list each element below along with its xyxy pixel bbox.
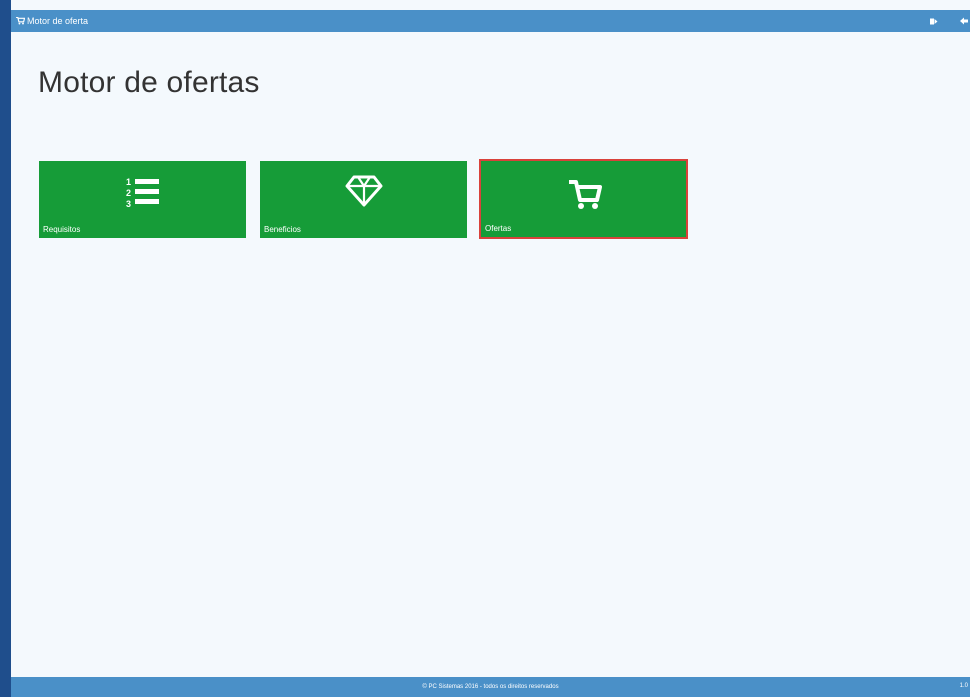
- tile-ofertas[interactable]: Ofertas: [479, 159, 688, 239]
- footer: © PC Sistemas 2016 - todos os direitos r…: [11, 677, 970, 697]
- svg-text:2: 2: [126, 188, 131, 198]
- back-arrow-icon[interactable]: [960, 17, 968, 25]
- cart-icon: [564, 175, 604, 216]
- tile-label: Requisitos: [43, 225, 81, 234]
- tile-label: Ofertas: [485, 224, 512, 233]
- tile-requisitos[interactable]: 1 2 3 Requisitos: [39, 161, 246, 238]
- page-title: Motor de ofertas: [38, 66, 260, 99]
- window-title: Motor de oferta: [27, 16, 89, 26]
- version-text: 1.0: [959, 683, 968, 689]
- title-bar: Motor de oferta: [11, 10, 970, 32]
- tile-label: Beneficios: [264, 225, 301, 234]
- diamond-icon: [344, 173, 384, 214]
- app-window: Motor de oferta Motor de ofertas 1 2 3 R…: [0, 0, 970, 697]
- exit-icon[interactable]: [930, 18, 938, 25]
- numbered-list-icon: 1 2 3: [123, 173, 163, 218]
- cart-icon: [16, 17, 25, 25]
- svg-text:3: 3: [126, 199, 131, 209]
- copyright-text: © PC Sistemas 2016 - todos os direitos r…: [422, 684, 559, 690]
- svg-text:1: 1: [126, 177, 131, 187]
- app-content: Motor de oferta Motor de ofertas 1 2 3 R…: [11, 0, 970, 697]
- tile-beneficios[interactable]: Beneficios: [260, 161, 467, 238]
